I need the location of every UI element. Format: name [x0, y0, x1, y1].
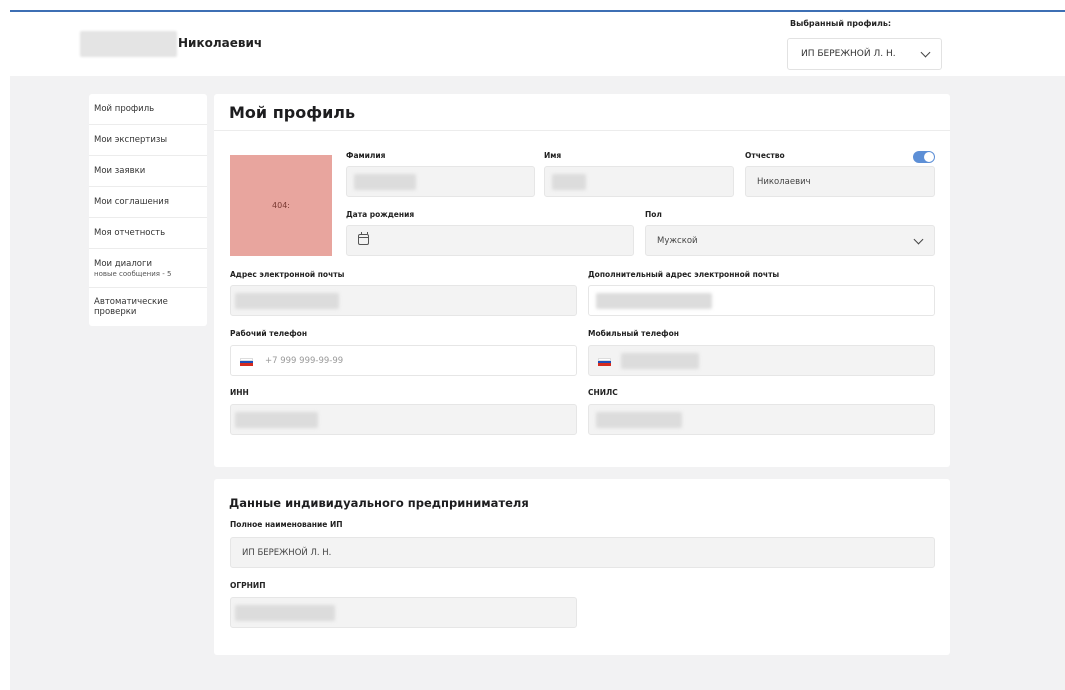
russia-flag-icon [598, 358, 611, 366]
birthdate-field[interactable] [346, 225, 634, 256]
name-label: Имя [544, 151, 562, 160]
entrepreneur-card: Данные индивидуального предпринимателя П… [214, 479, 950, 655]
header: Николаевич Выбранный профиль: ИП БЕРЕЖНО… [0, 12, 1065, 76]
gender-label: Пол [645, 210, 662, 219]
sidebar-item-dialogs[interactable]: Мои диалоги новые сообщения - 5 [89, 249, 207, 288]
snils-label: СНИЛС [588, 388, 618, 397]
work-phone-label: Рабочий телефон [230, 329, 308, 338]
user-name: Николаевич [178, 36, 263, 50]
surname-field[interactable] [346, 166, 535, 197]
sidebar-item-reports[interactable]: Моя отчетность [89, 218, 207, 249]
ogrnip-field[interactable] [230, 597, 577, 628]
sidebar: Мой профиль Мои экспертизы Мои заявки Мо… [89, 94, 207, 326]
entrepreneur-name-value: ИП БЕРЕЖНОЙ Л. Н. [242, 548, 332, 558]
gender-select[interactable]: Мужской [645, 225, 935, 256]
dialogs-new-messages: новые сообщения - 5 [94, 269, 172, 278]
email-field[interactable] [230, 285, 577, 316]
surname-label: Фамилия [346, 151, 386, 160]
patronymic-field[interactable]: Николаевич [745, 166, 935, 197]
extra-email-field[interactable] [588, 285, 935, 316]
snils-field[interactable] [588, 404, 935, 435]
gender-value: Мужской [657, 236, 698, 246]
page-title: Мой профиль [229, 103, 356, 122]
sidebar-item-agreements[interactable]: Мои соглашения [89, 187, 207, 218]
work-phone-placeholder: +7 999 999-99-99 [265, 356, 344, 366]
patronymic-toggle[interactable] [913, 151, 935, 163]
chevron-down-icon [913, 234, 924, 245]
avatar-error-text: 404: [272, 201, 290, 210]
sidebar-item-profile[interactable]: Мой профиль [89, 94, 207, 125]
name-field[interactable] [544, 166, 734, 197]
inn-label: ИНН [230, 388, 249, 397]
birthdate-label: Дата рождения [346, 210, 415, 219]
profile-select-value: ИП БЕРЕЖНОЙ Л. Н. [801, 49, 896, 59]
work-phone-field[interactable]: +7 999 999-99-99 [230, 345, 577, 376]
calendar-icon [358, 232, 369, 245]
entrepreneur-section-title: Данные индивидуального предпринимателя [229, 496, 529, 510]
sidebar-item-applications[interactable]: Мои заявки [89, 156, 207, 187]
profile-card: Мой профиль 404: Фамилия Имя Отчество Ни… [214, 94, 950, 467]
chevron-down-icon [920, 47, 931, 58]
profile-select-label: Выбранный профиль: [790, 19, 892, 28]
patronymic-value: Николаевич [757, 177, 811, 187]
inn-field[interactable] [230, 404, 577, 435]
avatar[interactable]: 404: [230, 155, 332, 256]
mobile-phone-field[interactable] [588, 345, 935, 376]
extra-email-label: Дополнительный адрес электронной почты [588, 270, 780, 279]
email-label: Адрес электронной почты [230, 270, 345, 279]
profile-select[interactable]: ИП БЕРЕЖНОЙ Л. Н. [787, 38, 942, 70]
russia-flag-icon [240, 358, 253, 366]
entrepreneur-name-field[interactable]: ИП БЕРЕЖНОЙ Л. Н. [230, 537, 935, 568]
user-name-blurred [80, 31, 177, 57]
sidebar-item-auto-checks[interactable]: Автоматические проверки [89, 288, 207, 326]
sidebar-item-expertises[interactable]: Мои экспертизы [89, 125, 207, 156]
title-divider [214, 130, 950, 131]
entrepreneur-name-label: Полное наименование ИП [230, 520, 343, 529]
ogrnip-label: ОГРНИП [230, 581, 266, 590]
patronymic-label: Отчество [745, 151, 785, 160]
mobile-phone-label: Мобильный телефон [588, 329, 679, 338]
